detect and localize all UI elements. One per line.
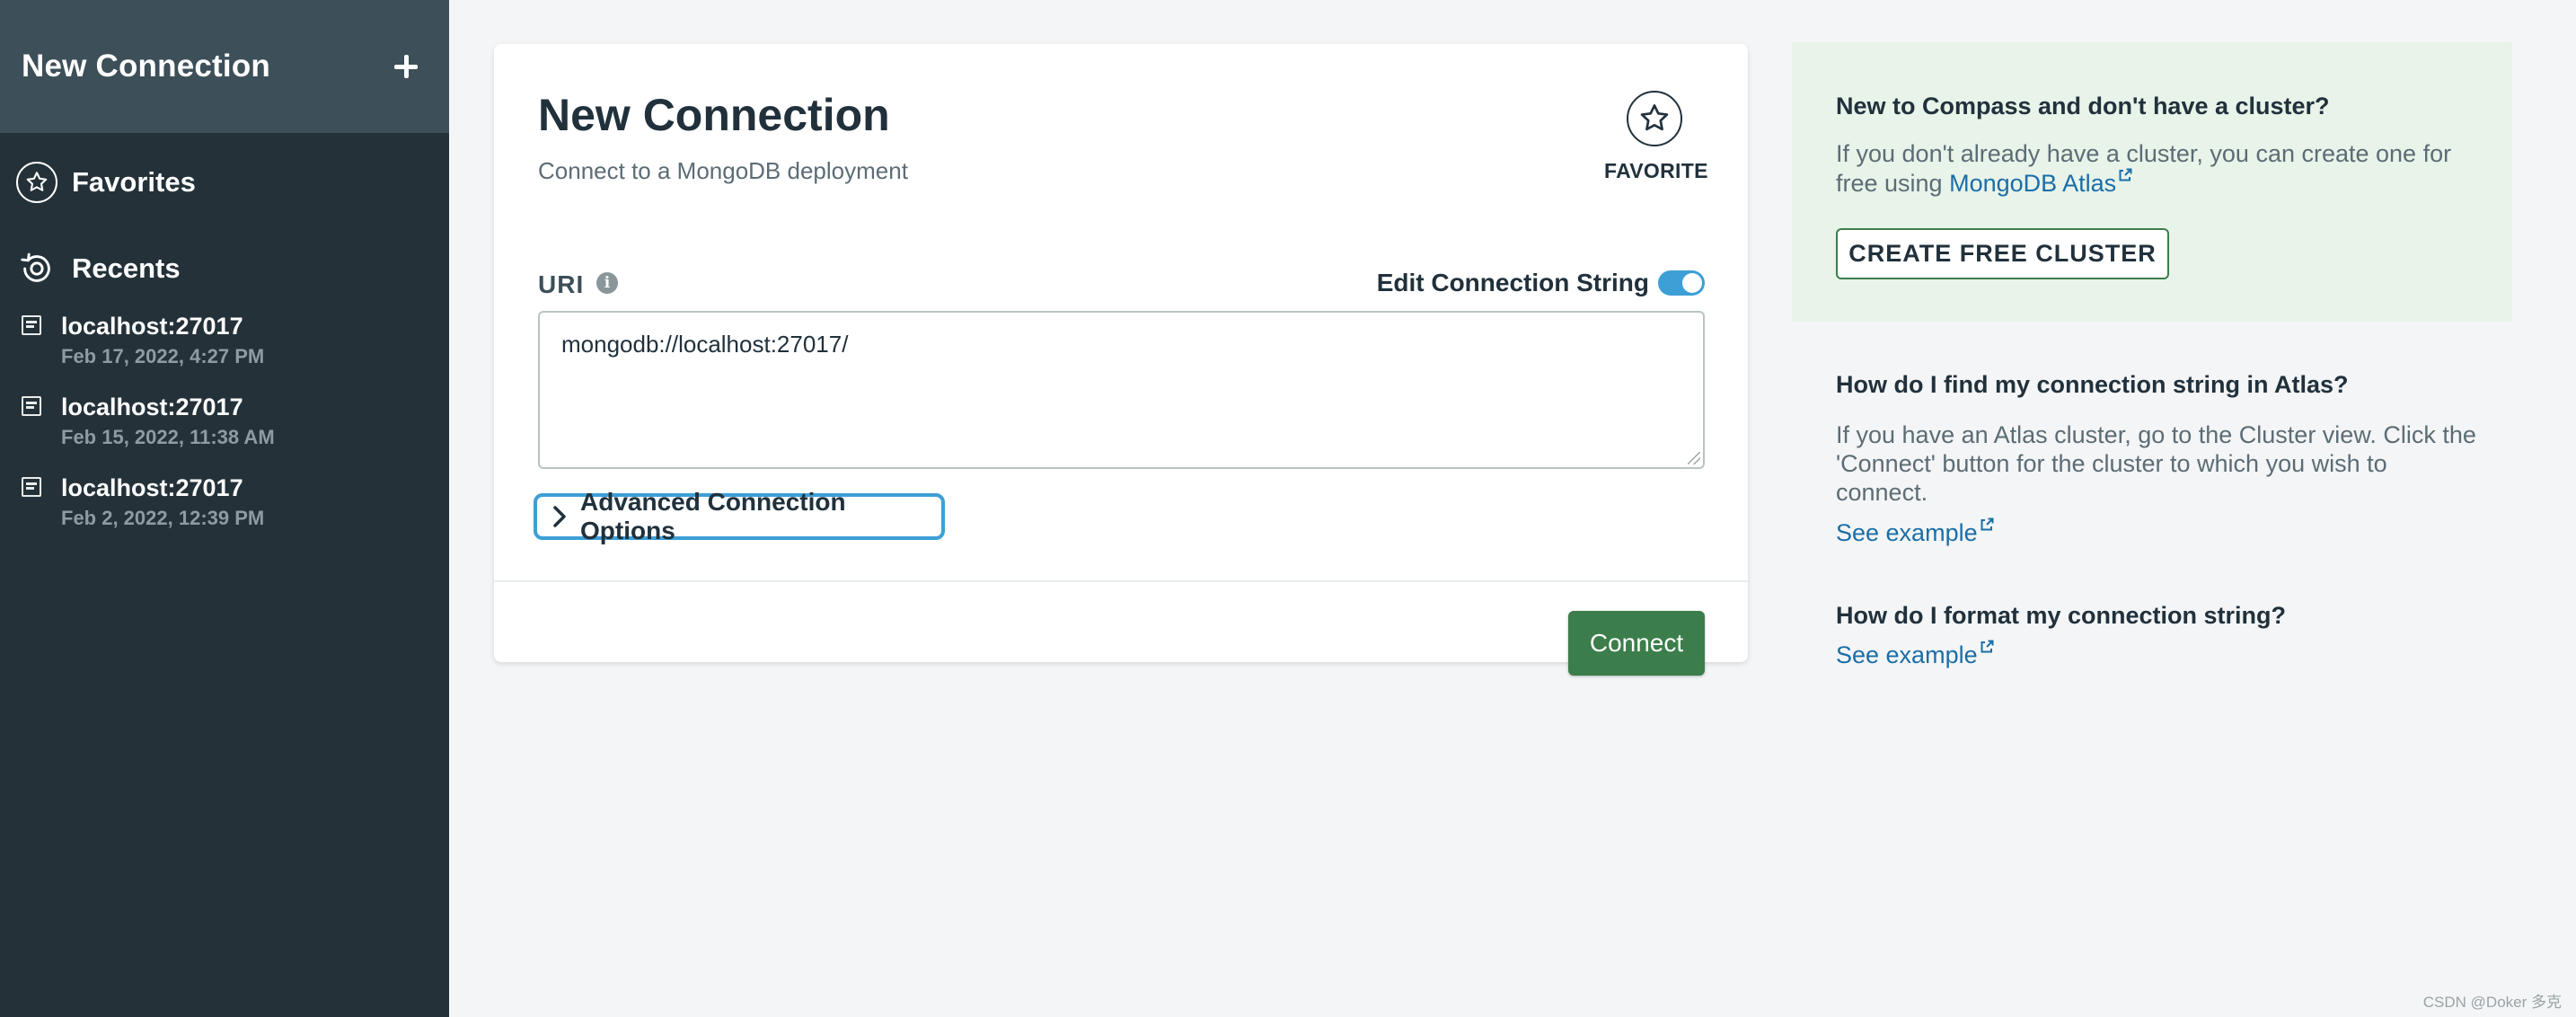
uri-textarea[interactable]: mongodb://localhost:27017/	[538, 311, 1705, 469]
external-link-icon	[1981, 517, 1994, 531]
star-icon	[16, 162, 57, 203]
see-example-link[interactable]: See example	[1836, 519, 1978, 546]
uri-label: URI	[538, 270, 585, 298]
recent-host: localhost:27017	[61, 474, 243, 501]
recent-host: localhost:27017	[61, 394, 243, 420]
favorite-label: FAVORITE	[1604, 159, 1708, 182]
recent-connection-item[interactable]: localhost:27017 Feb 15, 2022, 11:38 AM	[0, 392, 449, 449]
chevron-right-icon	[551, 505, 568, 528]
cluster-help-title: New to Compass and don't have a cluster?	[1836, 93, 2330, 119]
recent-date: Feb 2, 2022, 12:39 PM	[61, 507, 265, 529]
sidebar: New Connection Favorites Recents localho…	[0, 0, 449, 1017]
server-icon	[22, 477, 41, 497]
uri-value: mongodb://localhost:27017/	[561, 331, 849, 358]
external-link-icon	[1981, 640, 1994, 653]
sidebar-title[interactable]: New Connection	[22, 49, 270, 84]
mongodb-atlas-link[interactable]: MongoDB Atlas	[1949, 170, 2116, 197]
sidebar-header[interactable]: New Connection	[0, 0, 449, 133]
recents-label: Recents	[72, 252, 181, 284]
favorite-button[interactable]: FAVORITE	[1604, 91, 1708, 183]
star-icon	[1627, 91, 1682, 146]
new-connection-plus-icon[interactable]	[388, 49, 424, 84]
faq-atlas-text: If you have an Atlas cluster, go to the …	[1836, 421, 2476, 506]
external-link-icon	[2119, 168, 2132, 181]
favorites-label: Favorites	[72, 166, 196, 198]
server-icon	[22, 396, 41, 416]
history-icon	[16, 248, 57, 289]
resize-handle-icon[interactable]	[1688, 452, 1700, 464]
connection-form-card: New Connection Connect to a MongoDB depl…	[494, 44, 1748, 676]
recent-date: Feb 15, 2022, 11:38 AM	[61, 426, 275, 448]
recents-header[interactable]: Recents	[0, 246, 449, 291]
server-icon	[22, 315, 41, 335]
recent-host: localhost:27017	[61, 313, 243, 340]
page-title: New Connection	[538, 90, 890, 140]
recent-connection-item[interactable]: localhost:27017 Feb 2, 2022, 12:39 PM	[0, 473, 449, 530]
create-cluster-panel: New to Compass and don't have a cluster?…	[1792, 42, 2512, 322]
favorites-header[interactable]: Favorites	[0, 160, 449, 205]
recents-list: localhost:27017 Feb 17, 2022, 4:27 PM lo…	[0, 311, 449, 530]
recent-connection-item[interactable]: localhost:27017 Feb 17, 2022, 4:27 PM	[0, 311, 449, 368]
faq-format-title: How do I format my connection string?	[1836, 602, 2287, 629]
watermark: CSDN @Doker 多克	[2422, 994, 2562, 1011]
edit-connection-string: Edit Connection String	[1377, 269, 1705, 297]
faq-atlas-title: How do I find my connection string in At…	[1836, 371, 2349, 398]
recent-date: Feb 17, 2022, 4:27 PM	[61, 345, 265, 367]
create-free-cluster-button[interactable]: CREATE FREE CLUSTER	[1836, 228, 2169, 279]
page-subtitle: Connect to a MongoDB deployment	[538, 157, 908, 184]
edit-connection-string-toggle[interactable]	[1658, 270, 1705, 296]
see-example-link[interactable]: See example	[1836, 641, 1978, 668]
divider	[494, 580, 1748, 582]
advanced-options-toggle[interactable]: Advanced Connection Options	[534, 488, 945, 544]
faq-format-link[interactable]: See example	[1836, 640, 1994, 669]
advanced-options-label: Advanced Connection Options	[580, 488, 846, 544]
edit-connection-string-label: Edit Connection String	[1376, 269, 1649, 296]
cluster-help-body: If you don't already have a cluster, you…	[1836, 140, 2452, 197]
connect-button[interactable]: Connect	[1568, 611, 1705, 676]
info-icon[interactable]: i	[596, 272, 618, 294]
faq-atlas-link[interactable]: See example	[1836, 517, 1994, 547]
cluster-help-text: If you don't already have a cluster, you…	[1836, 139, 2483, 198]
